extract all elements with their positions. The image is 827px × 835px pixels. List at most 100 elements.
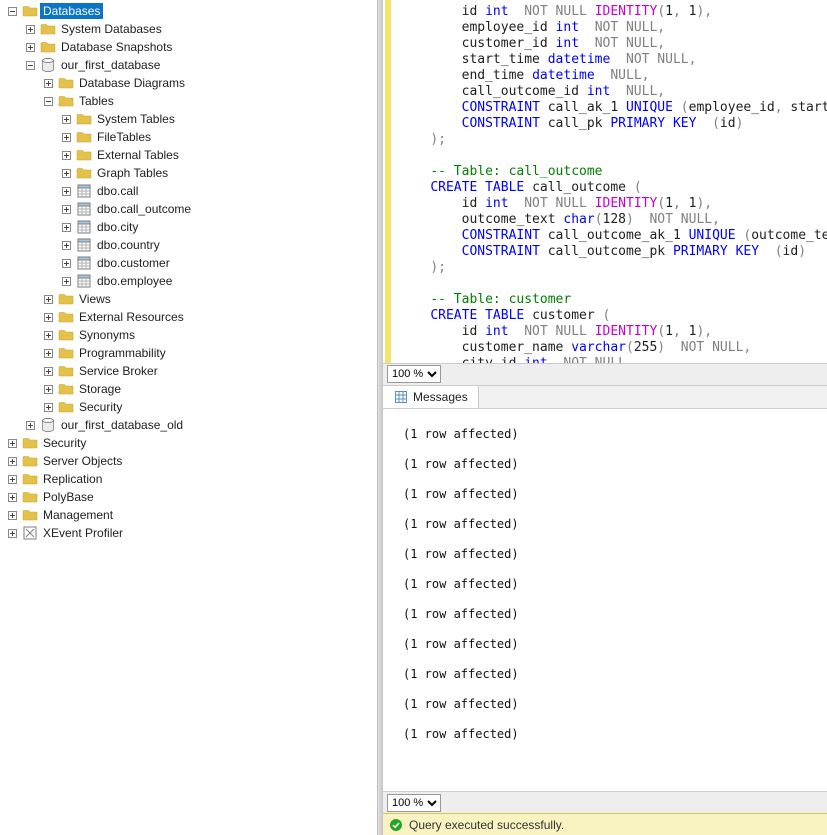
editor-footer: 100 % [383, 363, 827, 385]
expand-icon[interactable] [58, 129, 74, 145]
expand-icon[interactable] [22, 417, 38, 433]
tree-label: Service Broker [76, 363, 161, 379]
messages-footer: 100 % [383, 791, 827, 813]
tree-label: our_first_database [58, 57, 163, 73]
tree-node-graph-tables[interactable]: Graph Tables [0, 164, 377, 182]
tree-node-storage[interactable]: Storage [0, 380, 377, 398]
expand-icon[interactable] [40, 309, 56, 325]
database-icon [40, 57, 56, 73]
message-line: (1 row affected) [403, 419, 807, 449]
expand-icon[interactable] [40, 345, 56, 361]
collapse-icon[interactable] [4, 3, 20, 19]
expand-icon[interactable] [58, 165, 74, 181]
tree-node-security-db[interactable]: Security [0, 398, 377, 416]
folder-icon [58, 93, 74, 109]
expand-icon[interactable] [4, 435, 20, 451]
tree-node-database-snapshots[interactable]: Database Snapshots [0, 38, 377, 56]
expand-icon[interactable] [4, 471, 20, 487]
tree-label: dbo.employee [94, 273, 175, 289]
tree-node-views[interactable]: Views [0, 290, 377, 308]
tree-node-polybase[interactable]: PolyBase [0, 488, 377, 506]
expand-icon[interactable] [40, 399, 56, 415]
tree-node-our-first-database[interactable]: our_first_database [0, 56, 377, 74]
tree-node-system-databases[interactable]: System Databases [0, 20, 377, 38]
folder-icon [58, 309, 74, 325]
tree-node-dbo-city[interactable]: dbo.city [0, 218, 377, 236]
tree-node-databases[interactable]: Databases [0, 2, 377, 20]
message-line: (1 row affected) [403, 659, 807, 689]
expand-icon[interactable] [58, 255, 74, 271]
right-pane: id int NOT NULL IDENTITY(1, 1), employee… [383, 0, 827, 835]
tree-node-dbo-country[interactable]: dbo.country [0, 236, 377, 254]
expand-icon[interactable] [40, 291, 56, 307]
object-explorer-tree[interactable]: Databases System Databases Database Snap… [0, 0, 378, 835]
folder-icon [76, 129, 92, 145]
expand-icon[interactable] [40, 327, 56, 343]
expand-icon[interactable] [58, 201, 74, 217]
expand-icon[interactable] [58, 219, 74, 235]
tree-label: External Resources [76, 309, 187, 325]
expand-icon[interactable] [58, 147, 74, 163]
expand-icon[interactable] [4, 507, 20, 523]
tree-node-dbo-call-outcome[interactable]: dbo.call_outcome [0, 200, 377, 218]
expand-icon[interactable] [58, 237, 74, 253]
zoom-select[interactable]: 100 % [387, 365, 441, 383]
tree-node-replication[interactable]: Replication [0, 470, 377, 488]
tree-node-programmability[interactable]: Programmability [0, 344, 377, 362]
tree-node-our-first-database-old[interactable]: our_first_database_old [0, 416, 377, 434]
expand-icon[interactable] [58, 273, 74, 289]
tree-node-security[interactable]: Security [0, 434, 377, 452]
expand-icon[interactable] [40, 75, 56, 91]
tree-label: System Databases [58, 21, 165, 37]
code-block[interactable]: id int NOT NULL IDENTITY(1, 1), employee… [391, 0, 827, 363]
tree-node-management[interactable]: Management [0, 506, 377, 524]
expand-icon[interactable] [58, 111, 74, 127]
message-line: (1 row affected) [403, 719, 807, 749]
tree-node-external-tables[interactable]: External Tables [0, 146, 377, 164]
tree-label: Security [76, 399, 125, 415]
tree-node-dbo-customer[interactable]: dbo.customer [0, 254, 377, 272]
tree-node-xevent-profiler[interactable]: XEvent Profiler [0, 524, 377, 542]
message-line: (1 row affected) [403, 509, 807, 539]
tree-node-system-tables[interactable]: System Tables [0, 110, 377, 128]
tree-node-synonyms[interactable]: Synonyms [0, 326, 377, 344]
tree-label: Server Objects [40, 453, 125, 469]
tree-label: Databases [40, 3, 103, 19]
folder-icon [22, 453, 38, 469]
expand-icon[interactable] [40, 381, 56, 397]
tab-messages[interactable]: Messages [383, 386, 479, 408]
tree-label: dbo.call_outcome [94, 201, 194, 217]
table-icon [76, 273, 92, 289]
table-icon [76, 237, 92, 253]
tree-node-external-resources[interactable]: External Resources [0, 308, 377, 326]
zoom-select-messages[interactable]: 100 % [387, 794, 441, 812]
tree-node-dbo-call[interactable]: dbo.call [0, 182, 377, 200]
expand-icon[interactable] [58, 183, 74, 199]
expand-icon[interactable] [22, 39, 38, 55]
tree-node-dbo-employee[interactable]: dbo.employee [0, 272, 377, 290]
tree-node-service-broker[interactable]: Service Broker [0, 362, 377, 380]
collapse-icon[interactable] [22, 57, 38, 73]
tree-node-server-objects[interactable]: Server Objects [0, 452, 377, 470]
expand-icon[interactable] [4, 489, 20, 505]
tree-node-tables[interactable]: Tables [0, 92, 377, 110]
folder-icon [58, 345, 74, 361]
folder-icon [58, 399, 74, 415]
folder-icon [58, 291, 74, 307]
expand-icon[interactable] [22, 21, 38, 37]
tree-node-filetables[interactable]: FileTables [0, 128, 377, 146]
tree-node-database-diagrams[interactable]: Database Diagrams [0, 74, 377, 92]
messages-panel[interactable]: (1 row affected) (1 row affected) (1 row a… [383, 409, 827, 792]
table-icon [76, 255, 92, 271]
folder-icon [22, 3, 38, 19]
collapse-icon[interactable] [40, 93, 56, 109]
folder-icon [22, 507, 38, 523]
expand-icon[interactable] [4, 525, 20, 541]
expand-icon[interactable] [4, 453, 20, 469]
sql-editor[interactable]: id int NOT NULL IDENTITY(1, 1), employee… [383, 0, 827, 363]
tree-label: our_first_database_old [58, 417, 186, 433]
xevent-icon [22, 525, 38, 541]
tree-label: Database Diagrams [76, 75, 188, 91]
folder-icon [76, 165, 92, 181]
expand-icon[interactable] [40, 363, 56, 379]
